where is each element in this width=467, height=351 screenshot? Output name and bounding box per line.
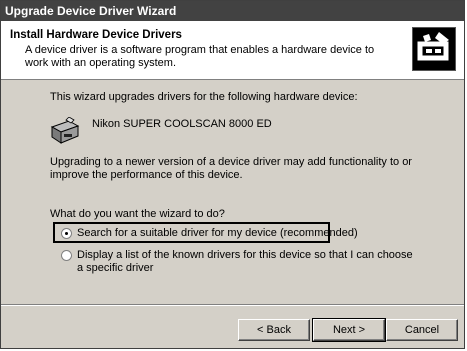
title-bar[interactable]: Upgrade Device Driver Wizard bbox=[1, 1, 464, 21]
upgrade-note: Upgrading to a newer version of a device… bbox=[50, 156, 412, 181]
option-label: Search for a suitable driver for my devi… bbox=[77, 227, 358, 239]
radio-button-unchecked[interactable] bbox=[61, 250, 72, 261]
back-button[interactable]: < Back bbox=[238, 319, 310, 341]
cancel-button[interactable]: Cancel bbox=[386, 319, 458, 341]
scanner-icon bbox=[49, 116, 81, 147]
option-label: Display a list of the known drivers for … bbox=[77, 249, 413, 274]
option-display-list[interactable]: Display a list of the known drivers for … bbox=[61, 249, 421, 275]
window-title: Upgrade Device Driver Wizard bbox=[5, 4, 177, 18]
question-label: What do you want the wizard to do? bbox=[50, 208, 225, 220]
device-name: Nikon SUPER COOLSCAN 8000 ED bbox=[92, 118, 272, 130]
intro-text: This wizard upgrades drivers for the fol… bbox=[50, 91, 358, 103]
option-search-driver[interactable]: Search for a suitable driver for my devi… bbox=[61, 227, 358, 240]
radio-button-checked[interactable] bbox=[61, 228, 72, 239]
footer-divider bbox=[1, 304, 464, 306]
header-description: A device driver is a software program th… bbox=[25, 44, 375, 69]
wizard-header: Install Hardware Device Drivers A device… bbox=[1, 21, 464, 80]
wizard-hardware-icon bbox=[412, 27, 456, 71]
wizard-window: Upgrade Device Driver Wizard Install Har… bbox=[0, 0, 465, 349]
header-title: Install Hardware Device Drivers bbox=[10, 29, 182, 41]
next-button[interactable]: Next > bbox=[312, 318, 386, 342]
